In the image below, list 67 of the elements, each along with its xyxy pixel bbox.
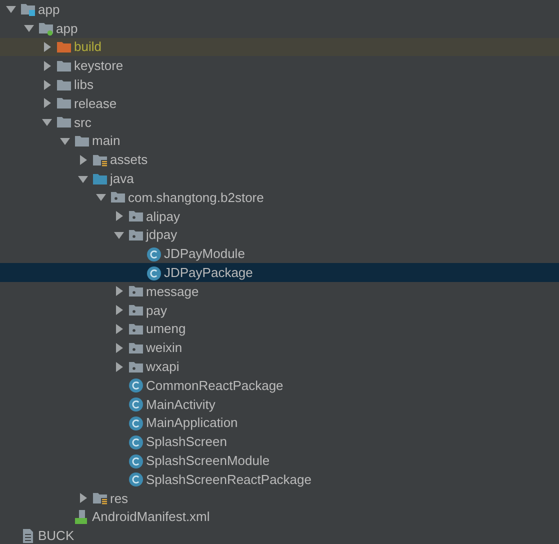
expand-arrow-icon[interactable] xyxy=(42,98,52,108)
folder-icon xyxy=(128,208,144,224)
folder-icon xyxy=(38,20,54,36)
folder-icon xyxy=(56,114,72,130)
class-icon xyxy=(128,414,144,431)
collapse-arrow-icon[interactable] xyxy=(114,230,124,240)
expand-arrow-icon[interactable] xyxy=(114,305,124,316)
class-icon xyxy=(128,471,144,488)
collapse-arrow-icon[interactable] xyxy=(96,192,106,202)
class-icon xyxy=(146,264,162,281)
tree-item[interactable]: alipay xyxy=(0,206,559,226)
class-icon xyxy=(128,434,144,450)
tree-item[interactable]: release xyxy=(0,94,559,113)
tree-item[interactable]: pay xyxy=(0,300,559,320)
collapse-arrow-icon[interactable] xyxy=(24,23,34,34)
tree-item[interactable]: AndroidManifest.xml xyxy=(0,508,559,526)
tree-item[interactable]: BUCK xyxy=(0,526,559,544)
folder-icon xyxy=(128,283,144,300)
tree-item[interactable]: SplashScreenModule xyxy=(0,451,559,470)
expand-arrow-icon[interactable] xyxy=(42,80,52,90)
tree-item[interactable]: CommonReactPackage xyxy=(0,376,559,395)
manifest-file-icon xyxy=(74,508,90,525)
tree-item[interactable]: build xyxy=(0,38,559,56)
tree-item[interactable]: main xyxy=(0,132,559,150)
class-icon xyxy=(128,377,144,394)
tree-item[interactable]: SplashScreen xyxy=(0,432,559,452)
class-icon xyxy=(128,396,144,412)
tree-item[interactable]: res xyxy=(0,488,559,508)
tree-item[interactable]: java xyxy=(0,169,559,188)
collapse-arrow-icon[interactable] xyxy=(6,4,16,14)
collapse-arrow-icon[interactable] xyxy=(78,174,88,184)
folder-icon xyxy=(110,189,126,206)
file-icon xyxy=(20,528,36,544)
folder-icon xyxy=(92,490,108,506)
class-icon xyxy=(146,246,162,262)
expand-arrow-icon[interactable] xyxy=(114,286,124,296)
class-icon xyxy=(128,452,144,469)
tree-item[interactable]: MainActivity xyxy=(0,394,559,414)
tree-item[interactable]: message xyxy=(0,282,559,301)
tree-item[interactable]: assets xyxy=(0,150,559,170)
expand-arrow-icon[interactable] xyxy=(114,342,124,353)
tree-item[interactable]: SplashScreenReactPackage xyxy=(0,470,559,489)
tree-item[interactable]: app xyxy=(0,0,559,19)
tree-item[interactable]: JDPayModule xyxy=(0,244,559,264)
expand-arrow-icon[interactable] xyxy=(42,60,52,71)
collapse-arrow-icon[interactable] xyxy=(60,136,70,146)
tree-item[interactable]: app xyxy=(0,18,559,38)
folder-icon xyxy=(56,95,72,112)
folder-icon xyxy=(128,302,144,318)
tree-item[interactable]: com.shangtong.b2store xyxy=(0,188,559,207)
expand-arrow-icon[interactable] xyxy=(114,362,124,372)
collapse-arrow-icon[interactable] xyxy=(42,117,52,128)
tree-item[interactable]: umeng xyxy=(0,320,559,338)
expand-arrow-icon[interactable] xyxy=(42,42,52,52)
expand-arrow-icon[interactable] xyxy=(78,154,88,165)
expand-arrow-icon[interactable] xyxy=(114,211,124,222)
tree-item[interactable]: MainApplication xyxy=(0,414,559,432)
tree-item[interactable]: src xyxy=(0,112,559,132)
tree-item[interactable]: jdpay xyxy=(0,226,559,244)
folder-icon xyxy=(20,1,36,18)
expand-arrow-icon[interactable] xyxy=(78,493,88,504)
tree-item[interactable]: JDPayPackage xyxy=(0,263,559,282)
tree-item[interactable]: weixin xyxy=(0,338,559,358)
expand-arrow-icon[interactable] xyxy=(114,324,124,334)
tree-item[interactable]: libs xyxy=(0,75,559,94)
tree-item[interactable]: keystore xyxy=(0,56,559,76)
tree-item[interactable]: wxapi xyxy=(0,357,559,376)
